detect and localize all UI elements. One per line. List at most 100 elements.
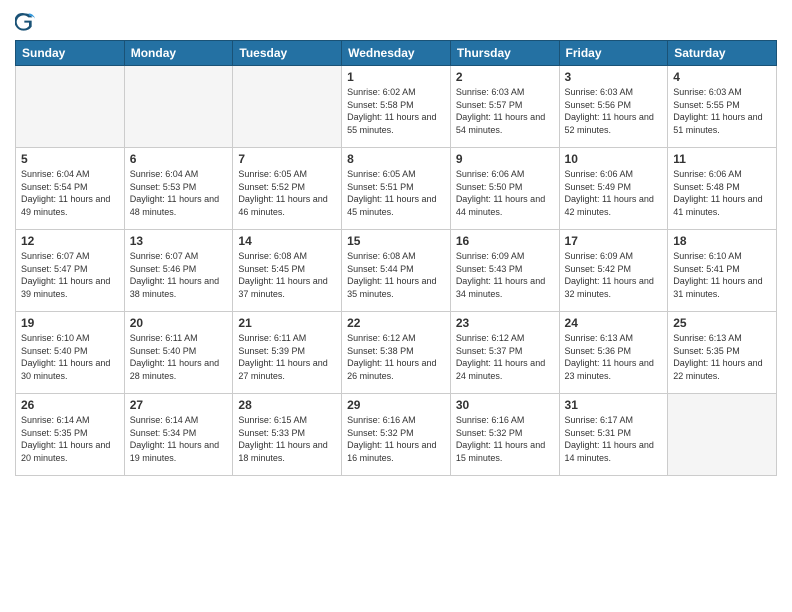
calendar-cell: 6 Sunrise: 6:04 AM Sunset: 5:53 PM Dayli… (124, 148, 233, 230)
calendar-cell: 14 Sunrise: 6:08 AM Sunset: 5:45 PM Dayl… (233, 230, 342, 312)
day-info: Sunrise: 6:07 AM Sunset: 5:46 PM Dayligh… (130, 250, 228, 300)
calendar-cell: 3 Sunrise: 6:03 AM Sunset: 5:56 PM Dayli… (559, 66, 668, 148)
day-number: 7 (238, 152, 336, 166)
calendar-cell: 21 Sunrise: 6:11 AM Sunset: 5:39 PM Dayl… (233, 312, 342, 394)
day-info: Sunrise: 6:05 AM Sunset: 5:52 PM Dayligh… (238, 168, 336, 218)
weekday-header-sunday: Sunday (16, 41, 125, 66)
calendar-cell: 8 Sunrise: 6:05 AM Sunset: 5:51 PM Dayli… (342, 148, 451, 230)
day-number: 10 (565, 152, 663, 166)
day-number: 11 (673, 152, 771, 166)
day-number: 13 (130, 234, 228, 248)
calendar-cell (233, 66, 342, 148)
day-info: Sunrise: 6:10 AM Sunset: 5:41 PM Dayligh… (673, 250, 771, 300)
calendar-cell: 24 Sunrise: 6:13 AM Sunset: 5:36 PM Dayl… (559, 312, 668, 394)
day-number: 2 (456, 70, 554, 84)
day-info: Sunrise: 6:08 AM Sunset: 5:45 PM Dayligh… (238, 250, 336, 300)
day-number: 3 (565, 70, 663, 84)
day-info: Sunrise: 6:12 AM Sunset: 5:37 PM Dayligh… (456, 332, 554, 382)
calendar-cell: 17 Sunrise: 6:09 AM Sunset: 5:42 PM Dayl… (559, 230, 668, 312)
day-info: Sunrise: 6:02 AM Sunset: 5:58 PM Dayligh… (347, 86, 445, 136)
day-info: Sunrise: 6:17 AM Sunset: 5:31 PM Dayligh… (565, 414, 663, 464)
calendar-cell: 22 Sunrise: 6:12 AM Sunset: 5:38 PM Dayl… (342, 312, 451, 394)
calendar-cell (16, 66, 125, 148)
day-info: Sunrise: 6:08 AM Sunset: 5:44 PM Dayligh… (347, 250, 445, 300)
calendar-cell: 13 Sunrise: 6:07 AM Sunset: 5:46 PM Dayl… (124, 230, 233, 312)
day-number: 12 (21, 234, 119, 248)
day-info: Sunrise: 6:03 AM Sunset: 5:56 PM Dayligh… (565, 86, 663, 136)
calendar-cell (668, 394, 777, 476)
day-info: Sunrise: 6:03 AM Sunset: 5:57 PM Dayligh… (456, 86, 554, 136)
header (15, 10, 777, 32)
day-number: 30 (456, 398, 554, 412)
day-info: Sunrise: 6:06 AM Sunset: 5:49 PM Dayligh… (565, 168, 663, 218)
calendar-cell: 16 Sunrise: 6:09 AM Sunset: 5:43 PM Dayl… (450, 230, 559, 312)
day-info: Sunrise: 6:14 AM Sunset: 5:35 PM Dayligh… (21, 414, 119, 464)
weekday-header-friday: Friday (559, 41, 668, 66)
calendar-cell: 28 Sunrise: 6:15 AM Sunset: 5:33 PM Dayl… (233, 394, 342, 476)
calendar-cell (124, 66, 233, 148)
day-number: 20 (130, 316, 228, 330)
day-info: Sunrise: 6:12 AM Sunset: 5:38 PM Dayligh… (347, 332, 445, 382)
day-number: 28 (238, 398, 336, 412)
day-info: Sunrise: 6:06 AM Sunset: 5:50 PM Dayligh… (456, 168, 554, 218)
day-info: Sunrise: 6:11 AM Sunset: 5:39 PM Dayligh… (238, 332, 336, 382)
day-number: 1 (347, 70, 445, 84)
calendar-cell: 1 Sunrise: 6:02 AM Sunset: 5:58 PM Dayli… (342, 66, 451, 148)
day-number: 16 (456, 234, 554, 248)
day-number: 18 (673, 234, 771, 248)
calendar-cell: 27 Sunrise: 6:14 AM Sunset: 5:34 PM Dayl… (124, 394, 233, 476)
calendar-cell: 4 Sunrise: 6:03 AM Sunset: 5:55 PM Dayli… (668, 66, 777, 148)
day-info: Sunrise: 6:13 AM Sunset: 5:36 PM Dayligh… (565, 332, 663, 382)
day-number: 25 (673, 316, 771, 330)
calendar-cell: 25 Sunrise: 6:13 AM Sunset: 5:35 PM Dayl… (668, 312, 777, 394)
calendar-cell: 26 Sunrise: 6:14 AM Sunset: 5:35 PM Dayl… (16, 394, 125, 476)
calendar-cell: 10 Sunrise: 6:06 AM Sunset: 5:49 PM Dayl… (559, 148, 668, 230)
day-info: Sunrise: 6:16 AM Sunset: 5:32 PM Dayligh… (456, 414, 554, 464)
day-number: 19 (21, 316, 119, 330)
weekday-header-saturday: Saturday (668, 41, 777, 66)
calendar-cell: 9 Sunrise: 6:06 AM Sunset: 5:50 PM Dayli… (450, 148, 559, 230)
week-row-3: 19 Sunrise: 6:10 AM Sunset: 5:40 PM Dayl… (16, 312, 777, 394)
day-info: Sunrise: 6:07 AM Sunset: 5:47 PM Dayligh… (21, 250, 119, 300)
day-number: 14 (238, 234, 336, 248)
day-info: Sunrise: 6:13 AM Sunset: 5:35 PM Dayligh… (673, 332, 771, 382)
day-number: 9 (456, 152, 554, 166)
calendar-cell: 5 Sunrise: 6:04 AM Sunset: 5:54 PM Dayli… (16, 148, 125, 230)
day-number: 17 (565, 234, 663, 248)
day-number: 15 (347, 234, 445, 248)
day-number: 24 (565, 316, 663, 330)
day-info: Sunrise: 6:16 AM Sunset: 5:32 PM Dayligh… (347, 414, 445, 464)
day-number: 23 (456, 316, 554, 330)
day-number: 31 (565, 398, 663, 412)
day-info: Sunrise: 6:04 AM Sunset: 5:54 PM Dayligh… (21, 168, 119, 218)
day-info: Sunrise: 6:15 AM Sunset: 5:33 PM Dayligh… (238, 414, 336, 464)
calendar-cell: 2 Sunrise: 6:03 AM Sunset: 5:57 PM Dayli… (450, 66, 559, 148)
calendar-cell: 19 Sunrise: 6:10 AM Sunset: 5:40 PM Dayl… (16, 312, 125, 394)
calendar-cell: 11 Sunrise: 6:06 AM Sunset: 5:48 PM Dayl… (668, 148, 777, 230)
weekday-header-tuesday: Tuesday (233, 41, 342, 66)
week-row-1: 5 Sunrise: 6:04 AM Sunset: 5:54 PM Dayli… (16, 148, 777, 230)
weekday-header-row: SundayMondayTuesdayWednesdayThursdayFrid… (16, 41, 777, 66)
day-info: Sunrise: 6:11 AM Sunset: 5:40 PM Dayligh… (130, 332, 228, 382)
day-number: 26 (21, 398, 119, 412)
calendar-container: SundayMondayTuesdayWednesdayThursdayFrid… (0, 0, 792, 612)
weekday-header-monday: Monday (124, 41, 233, 66)
calendar-cell: 18 Sunrise: 6:10 AM Sunset: 5:41 PM Dayl… (668, 230, 777, 312)
calendar-cell: 23 Sunrise: 6:12 AM Sunset: 5:37 PM Dayl… (450, 312, 559, 394)
day-number: 8 (347, 152, 445, 166)
day-info: Sunrise: 6:09 AM Sunset: 5:43 PM Dayligh… (456, 250, 554, 300)
logo (15, 10, 39, 32)
day-info: Sunrise: 6:06 AM Sunset: 5:48 PM Dayligh… (673, 168, 771, 218)
week-row-4: 26 Sunrise: 6:14 AM Sunset: 5:35 PM Dayl… (16, 394, 777, 476)
calendar-cell: 12 Sunrise: 6:07 AM Sunset: 5:47 PM Dayl… (16, 230, 125, 312)
day-number: 21 (238, 316, 336, 330)
week-row-0: 1 Sunrise: 6:02 AM Sunset: 5:58 PM Dayli… (16, 66, 777, 148)
day-info: Sunrise: 6:09 AM Sunset: 5:42 PM Dayligh… (565, 250, 663, 300)
calendar-cell: 29 Sunrise: 6:16 AM Sunset: 5:32 PM Dayl… (342, 394, 451, 476)
day-number: 4 (673, 70, 771, 84)
calendar-cell: 7 Sunrise: 6:05 AM Sunset: 5:52 PM Dayli… (233, 148, 342, 230)
day-number: 22 (347, 316, 445, 330)
day-info: Sunrise: 6:14 AM Sunset: 5:34 PM Dayligh… (130, 414, 228, 464)
logo-icon (15, 12, 35, 32)
day-info: Sunrise: 6:10 AM Sunset: 5:40 PM Dayligh… (21, 332, 119, 382)
